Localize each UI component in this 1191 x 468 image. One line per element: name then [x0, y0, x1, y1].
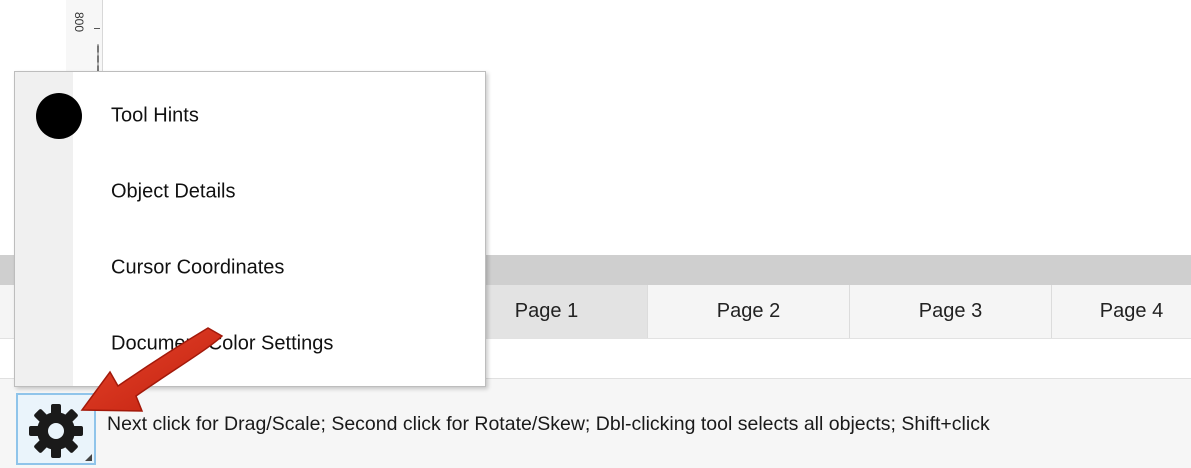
ruler-tick [94, 28, 100, 29]
selected-radio-icon [36, 93, 82, 139]
menu-item-label: Tool Hints [111, 104, 199, 127]
menu-item-label: Document Color Settings [111, 332, 334, 355]
menu-item-label: Cursor Coordinates [111, 256, 285, 279]
tab-label: Page 3 [918, 300, 983, 322]
tab-label: Page 4 [1099, 300, 1164, 322]
dropdown-corner-indicator [85, 454, 92, 461]
status-settings-button[interactable] [16, 393, 96, 465]
ruler-label: 800 [72, 12, 86, 33]
tab-page-4[interactable]: Page 4 [1051, 285, 1191, 338]
menu-item-object-details[interactable]: Object Details [15, 154, 485, 230]
gear-icon [29, 404, 83, 458]
menu-item-document-color-settings[interactable]: Document Color Settings [15, 306, 485, 382]
menu-item-label: Object Details [111, 180, 236, 203]
menu-item-cursor-coordinates[interactable]: Cursor Coordinates [15, 230, 485, 306]
tab-label: Page 1 [514, 300, 579, 322]
menu-item-tool-hints[interactable]: Tool Hints [15, 78, 485, 154]
tab-label: Page 2 [716, 300, 781, 322]
tab-page-3[interactable]: Page 3 [849, 285, 1051, 338]
tool-hint-text: Next click for Drag/Scale; Second click … [107, 413, 990, 435]
tab-page-2[interactable]: Page 2 [647, 285, 849, 338]
status-bar-options-menu: Tool Hints Object Details Cursor Coordin… [14, 71, 486, 387]
